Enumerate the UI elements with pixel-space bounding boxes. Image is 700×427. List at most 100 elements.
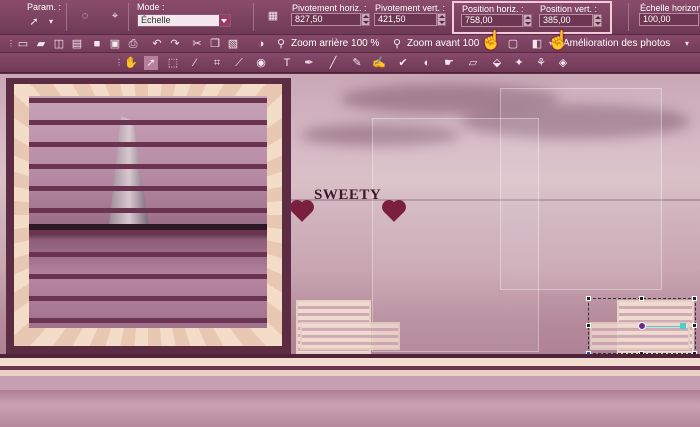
chevron-down-icon[interactable] [219, 15, 230, 26]
grid-icon[interactable]: ▦ [266, 9, 280, 23]
pivot-h-label: Pivotement horiz. : [292, 3, 367, 13]
zoom-out-icon[interactable]: ⚲ [274, 37, 288, 51]
mode-label: Mode : [137, 2, 165, 12]
pivot-v-spinner[interactable] [437, 13, 446, 26]
fill-icon[interactable]: ⬙ [490, 56, 504, 70]
cut-icon[interactable]: ✂ [190, 37, 204, 51]
blind-stripe [29, 142, 267, 147]
eraser-icon[interactable]: ▱ [466, 56, 480, 70]
sweety-watermark: SWEETY [314, 187, 382, 203]
save-icon[interactable]: ■ [90, 37, 104, 51]
heart-icon [292, 202, 312, 222]
pos-h-spinner[interactable] [523, 14, 532, 27]
resize-handle[interactable] [586, 296, 591, 301]
blind-stripe [29, 296, 267, 301]
line-icon[interactable]: ╱ [326, 56, 340, 70]
enhance-photo-button[interactable]: Amélioration des photos [563, 38, 670, 49]
scratch-icon[interactable]: ⚘ [534, 56, 548, 70]
pos-h-field[interactable]: 758,00 [461, 14, 523, 27]
crop-icon[interactable]: ⌗ [210, 56, 224, 70]
bottom-light-band [0, 358, 700, 366]
pivot-point-handle[interactable] [638, 322, 646, 330]
pivot-h-spinner[interactable] [361, 13, 370, 26]
rotation-handle-line [642, 326, 682, 327]
mode-value: Échelle [141, 15, 171, 25]
picture-tube-icon[interactable]: ✦ [512, 56, 526, 70]
zoom-in-button[interactable]: Zoom avant 100 [407, 38, 479, 49]
print-icon[interactable]: ⎙ [126, 37, 140, 51]
hand-cursor-icon: ☝ [480, 30, 503, 50]
bottom-mid-band [0, 376, 700, 390]
blind-stripe [29, 318, 267, 323]
info-icon[interactable]: ◑ [254, 37, 268, 51]
zoom-out-button[interactable]: Zoom arrière 100 % [291, 38, 379, 49]
brush-icon[interactable]: ✎ [350, 56, 364, 70]
blind-stripe [29, 164, 267, 169]
copy-icon[interactable]: ❐ [208, 37, 222, 51]
scan-icon[interactable]: ▤ [70, 37, 84, 51]
glass-panel [500, 88, 662, 290]
blind-stripe [29, 186, 267, 191]
rotation-handle[interactable] [680, 323, 686, 329]
pivot-h-field[interactable]: 827,50 [291, 13, 361, 26]
dodge-icon[interactable]: ◐ [420, 56, 434, 70]
pick-tool-icon[interactable]: ➚ [144, 56, 158, 70]
redo-icon[interactable]: ↷ [168, 37, 182, 51]
replacer-icon[interactable]: ✔ [396, 56, 410, 70]
separator [128, 3, 129, 31]
dropper-icon[interactable]: ⁄ [188, 56, 202, 70]
separator [628, 3, 629, 31]
blind-stripe [29, 252, 267, 257]
selection-icon[interactable]: ⬚ [166, 56, 180, 70]
chevron-down-icon[interactable]: ▾ [680, 37, 694, 51]
view-icon[interactable]: ◧ [530, 37, 544, 51]
cursor-icon[interactable]: ⌖ [108, 9, 122, 23]
hand-cursor-icon: ☝ [547, 30, 570, 50]
pos-v-label: Position vert. : [540, 4, 598, 14]
text-icon[interactable]: T [280, 56, 294, 70]
browse-icon[interactable]: ◫ [52, 37, 66, 51]
resize-handle[interactable] [692, 323, 697, 328]
blind-stripe [29, 98, 267, 103]
new-file-icon[interactable]: ▭ [16, 37, 30, 51]
mode-select[interactable]: Échelle [137, 14, 231, 27]
blind-stripe [29, 230, 267, 235]
clone-icon[interactable]: ✍ [372, 56, 386, 70]
pivot-v-field[interactable]: 421,50 [374, 13, 437, 26]
resize-handle[interactable] [692, 296, 697, 301]
pivot-v-label: Pivotement vert. : [375, 3, 446, 13]
reset-icon[interactable]: ◌ [78, 9, 92, 23]
params-label: Param. : [27, 2, 62, 12]
pos-v-field[interactable]: 385,00 [539, 14, 593, 27]
scale-h-field[interactable]: 100,00 [639, 13, 699, 26]
warp-icon[interactable]: ◈ [556, 56, 570, 70]
blind-stripe [29, 208, 267, 213]
resize-handle[interactable] [586, 323, 591, 328]
tools-toolbar: ⋮ ✋ ➚ ⬚ ⁄ ⌗ ⟋ ◉ T ✒ ╱ ✎ ✍ ✔ ◐ ☛ ▱ ⬙ ✦ ⚘ … [0, 53, 700, 73]
blind-stripe [29, 274, 267, 279]
undo-icon[interactable]: ↶ [150, 37, 164, 51]
pos-h-label: Position horiz. : [462, 4, 524, 14]
pen-icon[interactable]: ✒ [302, 56, 316, 70]
redeye-icon[interactable]: ◉ [254, 56, 268, 70]
separator [66, 3, 67, 31]
zoom-in-icon[interactable]: ⚲ [390, 37, 404, 51]
bottom-blurred-area [0, 390, 700, 427]
resize-handle[interactable] [639, 296, 644, 301]
pos-v-spinner[interactable] [593, 14, 602, 27]
straighten-icon[interactable]: ⟋ [232, 56, 246, 70]
standard-toolbar: ⋮ ▭ ▰ ◫ ▤ ■ ▣ ⎙ ↶ ↷ ✂ ❐ ▧ ◑ ⚲ Zoom arriè… [0, 35, 700, 53]
pointer-icon[interactable]: ➚ [27, 15, 41, 29]
dropdown-chevron-icon[interactable]: ▾ [44, 15, 58, 29]
image-canvas[interactable]: SWEETY [0, 74, 700, 427]
mini-blind-frame [300, 322, 400, 350]
open-icon[interactable]: ▰ [34, 37, 48, 51]
hand-icon[interactable]: ✋ [124, 56, 138, 70]
tool-options-bar: Param. : ➚ ▾ ◌ ⌖ Mode : Échelle ▦ Pivote… [0, 0, 700, 35]
save-as-icon[interactable]: ▣ [108, 37, 122, 51]
scale-h-label: Échelle horizont [640, 3, 700, 13]
smudge-icon[interactable]: ☛ [442, 56, 456, 70]
fit-window-icon[interactable]: ▢ [506, 37, 520, 51]
paste-icon[interactable]: ▧ [226, 37, 240, 51]
blind-stripe [29, 120, 267, 125]
